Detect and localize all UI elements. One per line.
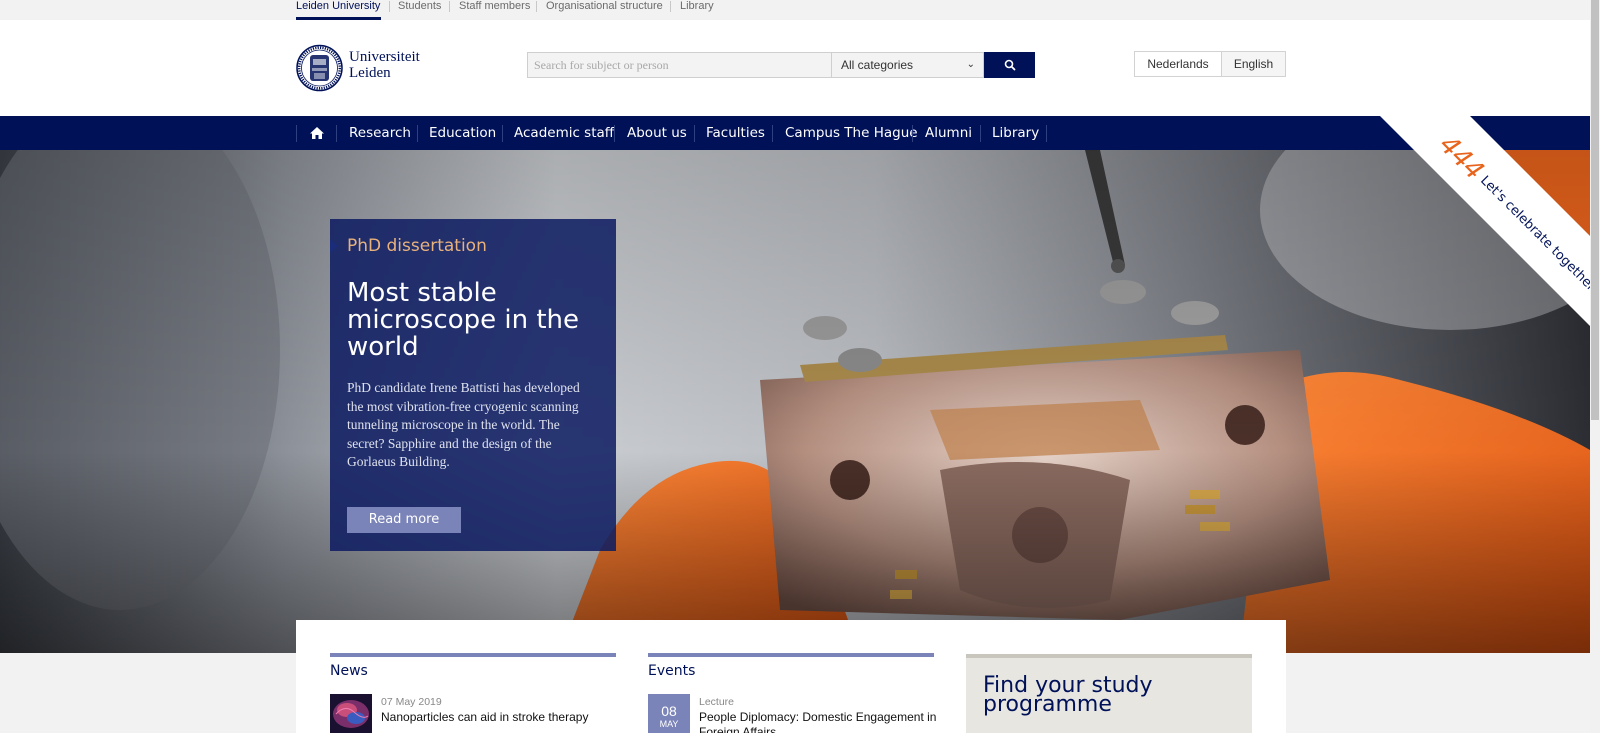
- separator: [449, 1, 450, 12]
- separator: [536, 1, 537, 12]
- event-type: Lecture: [699, 696, 735, 708]
- nav-academic-staff[interactable]: Academic staff: [514, 116, 614, 150]
- nav-separator: [614, 125, 615, 142]
- nav-separator: [296, 125, 297, 142]
- study-finder-title[interactable]: Find your study programme: [983, 675, 1235, 716]
- language-nederlands-button[interactable]: Nederlands: [1134, 51, 1222, 77]
- events-top-bar: [648, 653, 934, 657]
- toplink-staff-members[interactable]: Staff members: [459, 0, 530, 13]
- university-wordmark[interactable]: Universiteit Leiden: [349, 49, 420, 81]
- search-button[interactable]: [984, 52, 1035, 78]
- logo-line-1: Universiteit: [349, 49, 420, 65]
- nav-separator: [1046, 125, 1047, 142]
- nav-separator: [417, 125, 418, 142]
- site-header: Universiteit Leiden All categories ⌄ Ned…: [0, 20, 1590, 116]
- top-links-bar: Leiden University Students Staff members…: [0, 0, 1590, 20]
- event-day: 08: [661, 703, 677, 719]
- nav-faculties[interactable]: Faculties: [706, 116, 765, 150]
- search-input[interactable]: [527, 52, 832, 78]
- nav-education[interactable]: Education: [429, 116, 496, 150]
- hero-microscope-photo: [0, 150, 1590, 653]
- news-top-bar: [330, 653, 616, 657]
- events-heading[interactable]: Events: [648, 663, 695, 679]
- main-navigation: Research Education Academic staff About …: [0, 116, 1590, 150]
- card-pointer: [330, 239, 338, 253]
- story-category: PhD dissertation: [347, 236, 487, 256]
- event-title-link[interactable]: People Diplomacy: Domestic Engagement in…: [699, 710, 939, 733]
- nav-separator: [502, 125, 503, 142]
- toplink-students[interactable]: Students: [398, 0, 441, 13]
- news-thumbnail[interactable]: [330, 694, 372, 733]
- category-select-value: All categories: [841, 58, 914, 72]
- toplink-organisational-structure[interactable]: Organisational structure: [546, 0, 663, 13]
- page-scrollbar-thumb[interactable]: [1591, 0, 1599, 420]
- toplink-library[interactable]: Library: [680, 0, 714, 13]
- hero-banner: PhD dissertation Most stable microscope …: [0, 150, 1590, 653]
- nav-separator: [772, 125, 773, 142]
- nav-alumni[interactable]: Alumni: [925, 116, 972, 150]
- nav-separator: [912, 125, 913, 142]
- story-summary: PhD candidate Irene Battisti has develop…: [347, 380, 580, 469]
- search-icon: [1004, 59, 1015, 71]
- news-date: 07 May 2019: [381, 696, 442, 708]
- story-title[interactable]: Most stable microscope in the world: [347, 280, 599, 361]
- read-more-button[interactable]: Read more: [347, 507, 461, 533]
- event-month: MAY: [659, 719, 679, 729]
- featured-story-card: PhD dissertation Most stable microscope …: [330, 219, 616, 551]
- chevron-down-icon: ⌄: [966, 59, 975, 70]
- toplink-leiden-university[interactable]: Leiden University: [296, 0, 380, 13]
- nav-about-us[interactable]: About us: [627, 116, 687, 150]
- news-heading[interactable]: News: [330, 663, 368, 679]
- anniversary-ribbon[interactable]: 444 Let's celebrate together: [1380, 116, 1590, 326]
- category-select[interactable]: All categories ⌄: [832, 52, 984, 78]
- event-date-badge: 08 MAY: [648, 694, 690, 733]
- study-programme-finder: Find your study programme: [966, 654, 1252, 733]
- home-icon[interactable]: [309, 116, 325, 150]
- nav-campus-the-hague[interactable]: Campus The Hague: [785, 116, 918, 150]
- logo-line-2: Leiden: [349, 65, 391, 81]
- nav-separator: [694, 125, 695, 142]
- news-title-link[interactable]: Nanoparticles can aid in stroke therapy: [381, 710, 611, 725]
- university-seal-logo[interactable]: [296, 41, 343, 95]
- nav-separator: [336, 125, 337, 142]
- separator: [389, 1, 390, 12]
- nav-library[interactable]: Library: [992, 116, 1039, 150]
- language-english-button[interactable]: English: [1221, 51, 1286, 77]
- nav-research[interactable]: Research: [349, 116, 411, 150]
- separator: [670, 1, 671, 12]
- nav-separator: [980, 125, 981, 142]
